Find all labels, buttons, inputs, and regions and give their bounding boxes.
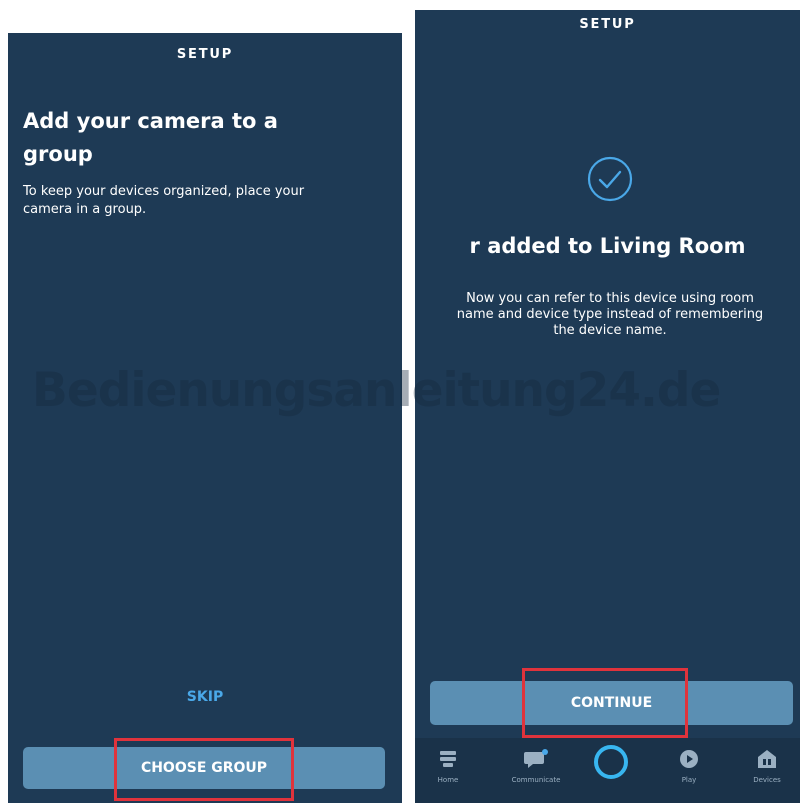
confirmation-heading: r added to Living Room — [469, 234, 746, 258]
tab-communicate[interactable]: Communicate — [506, 748, 566, 784]
tab-devices[interactable]: Devices — [737, 748, 797, 784]
tab-play-label: Play — [681, 776, 697, 784]
alexa-ring-icon — [594, 745, 628, 779]
choose-group-button[interactable]: CHOOSE GROUP — [23, 747, 385, 789]
tab-play[interactable]: Play — [659, 748, 719, 784]
setup-header-title: SETUP — [176, 47, 234, 62]
play-icon — [680, 750, 698, 768]
tab-alexa[interactable] — [581, 742, 641, 782]
right-phone-screen: SETUP r added to Living Room Now you can… — [415, 10, 800, 803]
setup-header-title: SETUP — [579, 17, 636, 32]
bottom-tab-bar: Home Communicate Play Devices — [415, 738, 800, 803]
continue-button[interactable]: CONTINUE — [430, 681, 793, 725]
tab-home-label: Home — [437, 776, 459, 784]
page-description: To keep your devices organized, place yo… — [23, 184, 305, 217]
confirmation-description: Now you can refer to this device using r… — [456, 291, 764, 338]
check-circle-icon — [587, 156, 633, 202]
left-phone-screen: SETUP Add your camera to a group To keep… — [8, 33, 402, 803]
tab-communicate-label: Communicate — [511, 776, 561, 784]
skip-link[interactable]: SKIP — [8, 689, 402, 705]
home-icon — [440, 751, 456, 767]
page-heading: Add your camera to a group — [23, 109, 278, 166]
chat-bubble-icon — [524, 749, 548, 768]
tab-devices-label: Devices — [753, 776, 781, 784]
tab-home[interactable]: Home — [418, 748, 478, 784]
devices-icon — [758, 750, 776, 768]
